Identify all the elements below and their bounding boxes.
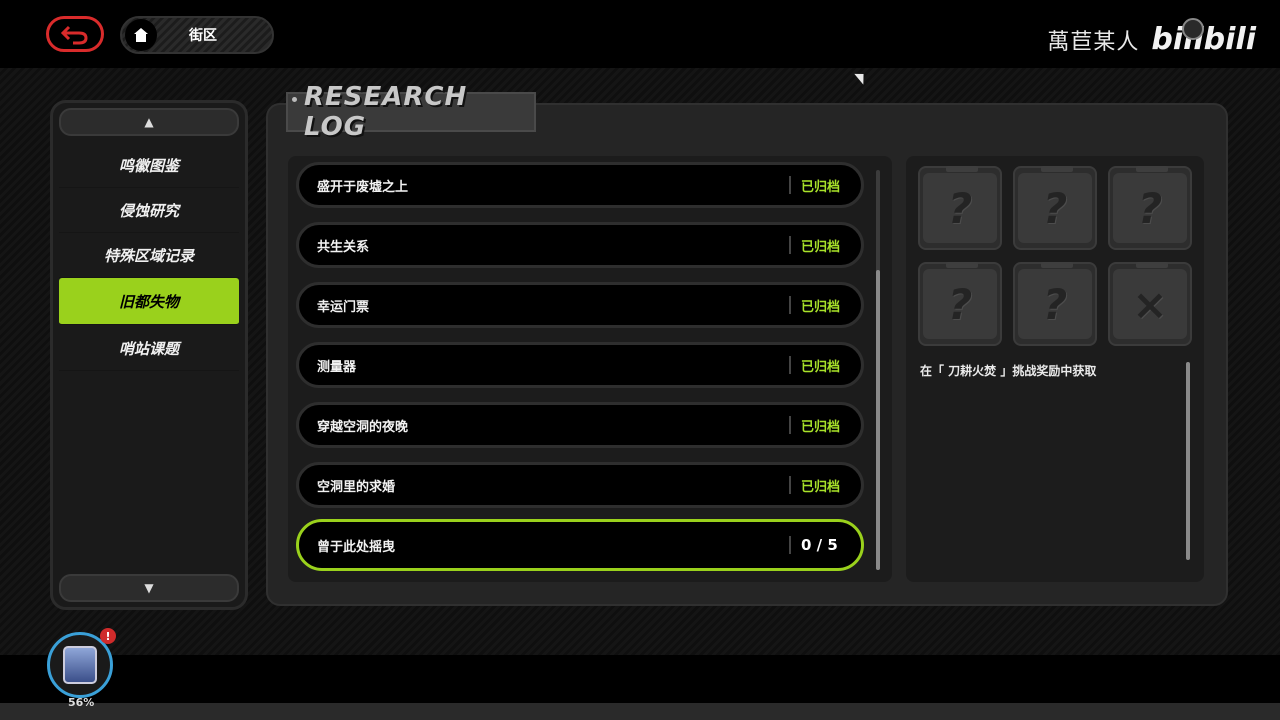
category-panel: ▲ 鸣徽图鉴 侵蚀研究 特殊区域记录 旧都失物 哨站课题 ▼ (50, 100, 248, 610)
watermark-author: 萬苣某人 (1047, 29, 1140, 55)
row-divider (789, 416, 791, 434)
breadcrumb[interactable]: 街区 (120, 16, 274, 54)
unknown-clue-icon: ? (1113, 173, 1187, 243)
unknown-clue-icon: ? (1018, 269, 1092, 339)
log-row[interactable]: 穿越空洞的夜晚 已归档 (296, 402, 864, 448)
log-row[interactable]: 空洞里的求婚 已归档 (296, 462, 864, 508)
log-row[interactable]: 测量器 已归档 (296, 342, 864, 388)
log-list: 盛开于废墟之上 已归档 共生关系 已归档 幸运门票 已归档 测量器 已归档 穿越… (288, 156, 892, 582)
log-row[interactable]: 幸运门票 已归档 (296, 282, 864, 328)
row-status: 已归档 (801, 299, 841, 315)
row-divider (789, 176, 791, 194)
row-progress: 0 / 5 (801, 536, 838, 554)
title-dot-icon (292, 97, 297, 102)
row-name: 共生关系 (317, 239, 370, 255)
empty-slot-icon: × (1113, 269, 1187, 339)
watermark-badge-icon (1182, 18, 1204, 40)
clue-tag (946, 166, 978, 172)
row-status: 已归档 (801, 359, 841, 375)
category-list: 鸣徽图鉴 侵蚀研究 特殊区域记录 旧都失物 哨站课题 (59, 143, 239, 371)
row-divider (789, 476, 791, 494)
log-row[interactable]: 盛开于废墟之上 已归档 (296, 162, 864, 208)
bottom-bar (0, 655, 1280, 703)
row-name: 幸运门票 (317, 299, 370, 315)
watermark: 萬苣某人 bilibili (1047, 18, 1256, 57)
clue-slot[interactable]: ? (918, 166, 1002, 250)
game-screen: { "header": { "breadcrumb_label": "街区", … (0, 0, 1280, 720)
chevron-down-icon: ▼ (144, 581, 154, 595)
clue-slot-empty: × (1108, 262, 1192, 346)
category-item[interactable]: 鸣徽图鉴 (59, 143, 239, 188)
list-scroll-thumb[interactable] (876, 270, 880, 570)
unknown-clue-icon: ? (1018, 173, 1092, 243)
clue-tag (1041, 262, 1073, 268)
battery-level: 56% (68, 696, 95, 709)
clue-description: 在「 刀耕火焚 」挑战奖励中获取 (920, 364, 1097, 378)
row-status: 已归档 (801, 179, 841, 195)
clue-tag (1041, 166, 1073, 172)
unknown-clue-icon: ? (923, 173, 997, 243)
title-tab: RESEARCH LOG (286, 82, 536, 142)
clue-slot[interactable]: ? (918, 262, 1002, 346)
home-icon[interactable] (125, 19, 157, 51)
scroll-up-button[interactable]: ▲ (59, 108, 239, 136)
clue-slot[interactable]: ? (1013, 166, 1097, 250)
page-title: RESEARCH LOG (304, 82, 468, 142)
bottom-strip (0, 703, 1280, 720)
top-bar: 街区 萬苣某人 bilibili (0, 0, 1280, 68)
category-item[interactable]: 侵蚀研究 (59, 188, 239, 233)
row-name: 盛开于废墟之上 (317, 179, 409, 195)
row-status: 已归档 (801, 419, 841, 435)
clue-slot[interactable]: ? (1108, 166, 1192, 250)
clue-tag (1136, 262, 1168, 268)
phone-icon (63, 646, 97, 684)
row-divider (789, 236, 791, 254)
log-row[interactable]: 共生关系 已归档 (296, 222, 864, 268)
row-name: 曾于此处摇曳 (317, 539, 396, 555)
scroll-down-button[interactable]: ▼ (59, 574, 239, 602)
category-item[interactable]: 特殊区域记录 (59, 233, 239, 278)
back-button[interactable] (46, 16, 104, 52)
unknown-clue-icon: ? (923, 269, 997, 339)
row-name: 空洞里的求婚 (317, 479, 396, 495)
row-divider (789, 536, 791, 554)
clue-slot[interactable]: ? (1013, 262, 1097, 346)
list-scrollbar[interactable] (876, 170, 880, 570)
chevron-up-icon: ▲ (144, 115, 154, 129)
detail-panel: ? ? ? ? ? × 在「 刀耕火焚 」挑战奖励中获取 (906, 156, 1204, 582)
row-status: 已归档 (801, 479, 841, 495)
category-item-active[interactable]: 旧都失物 (59, 278, 239, 325)
row-name: 测量器 (317, 359, 357, 375)
row-divider (789, 296, 791, 314)
row-status: 已归档 (801, 239, 841, 255)
row-divider (789, 356, 791, 374)
log-row-selected[interactable]: 曾于此处摇曳 0 / 5 (296, 519, 864, 571)
description-scrollbar[interactable] (1186, 362, 1190, 560)
breadcrumb-label: 街区 (189, 28, 217, 44)
category-item[interactable]: 哨站课题 (59, 326, 239, 371)
mouse-cursor-icon (854, 69, 869, 85)
row-name: 穿越空洞的夜晚 (317, 419, 409, 435)
clue-tag (1136, 166, 1168, 172)
back-arrow-icon (61, 25, 88, 45)
alert-badge: ! (100, 628, 116, 644)
clue-tag (946, 262, 978, 268)
